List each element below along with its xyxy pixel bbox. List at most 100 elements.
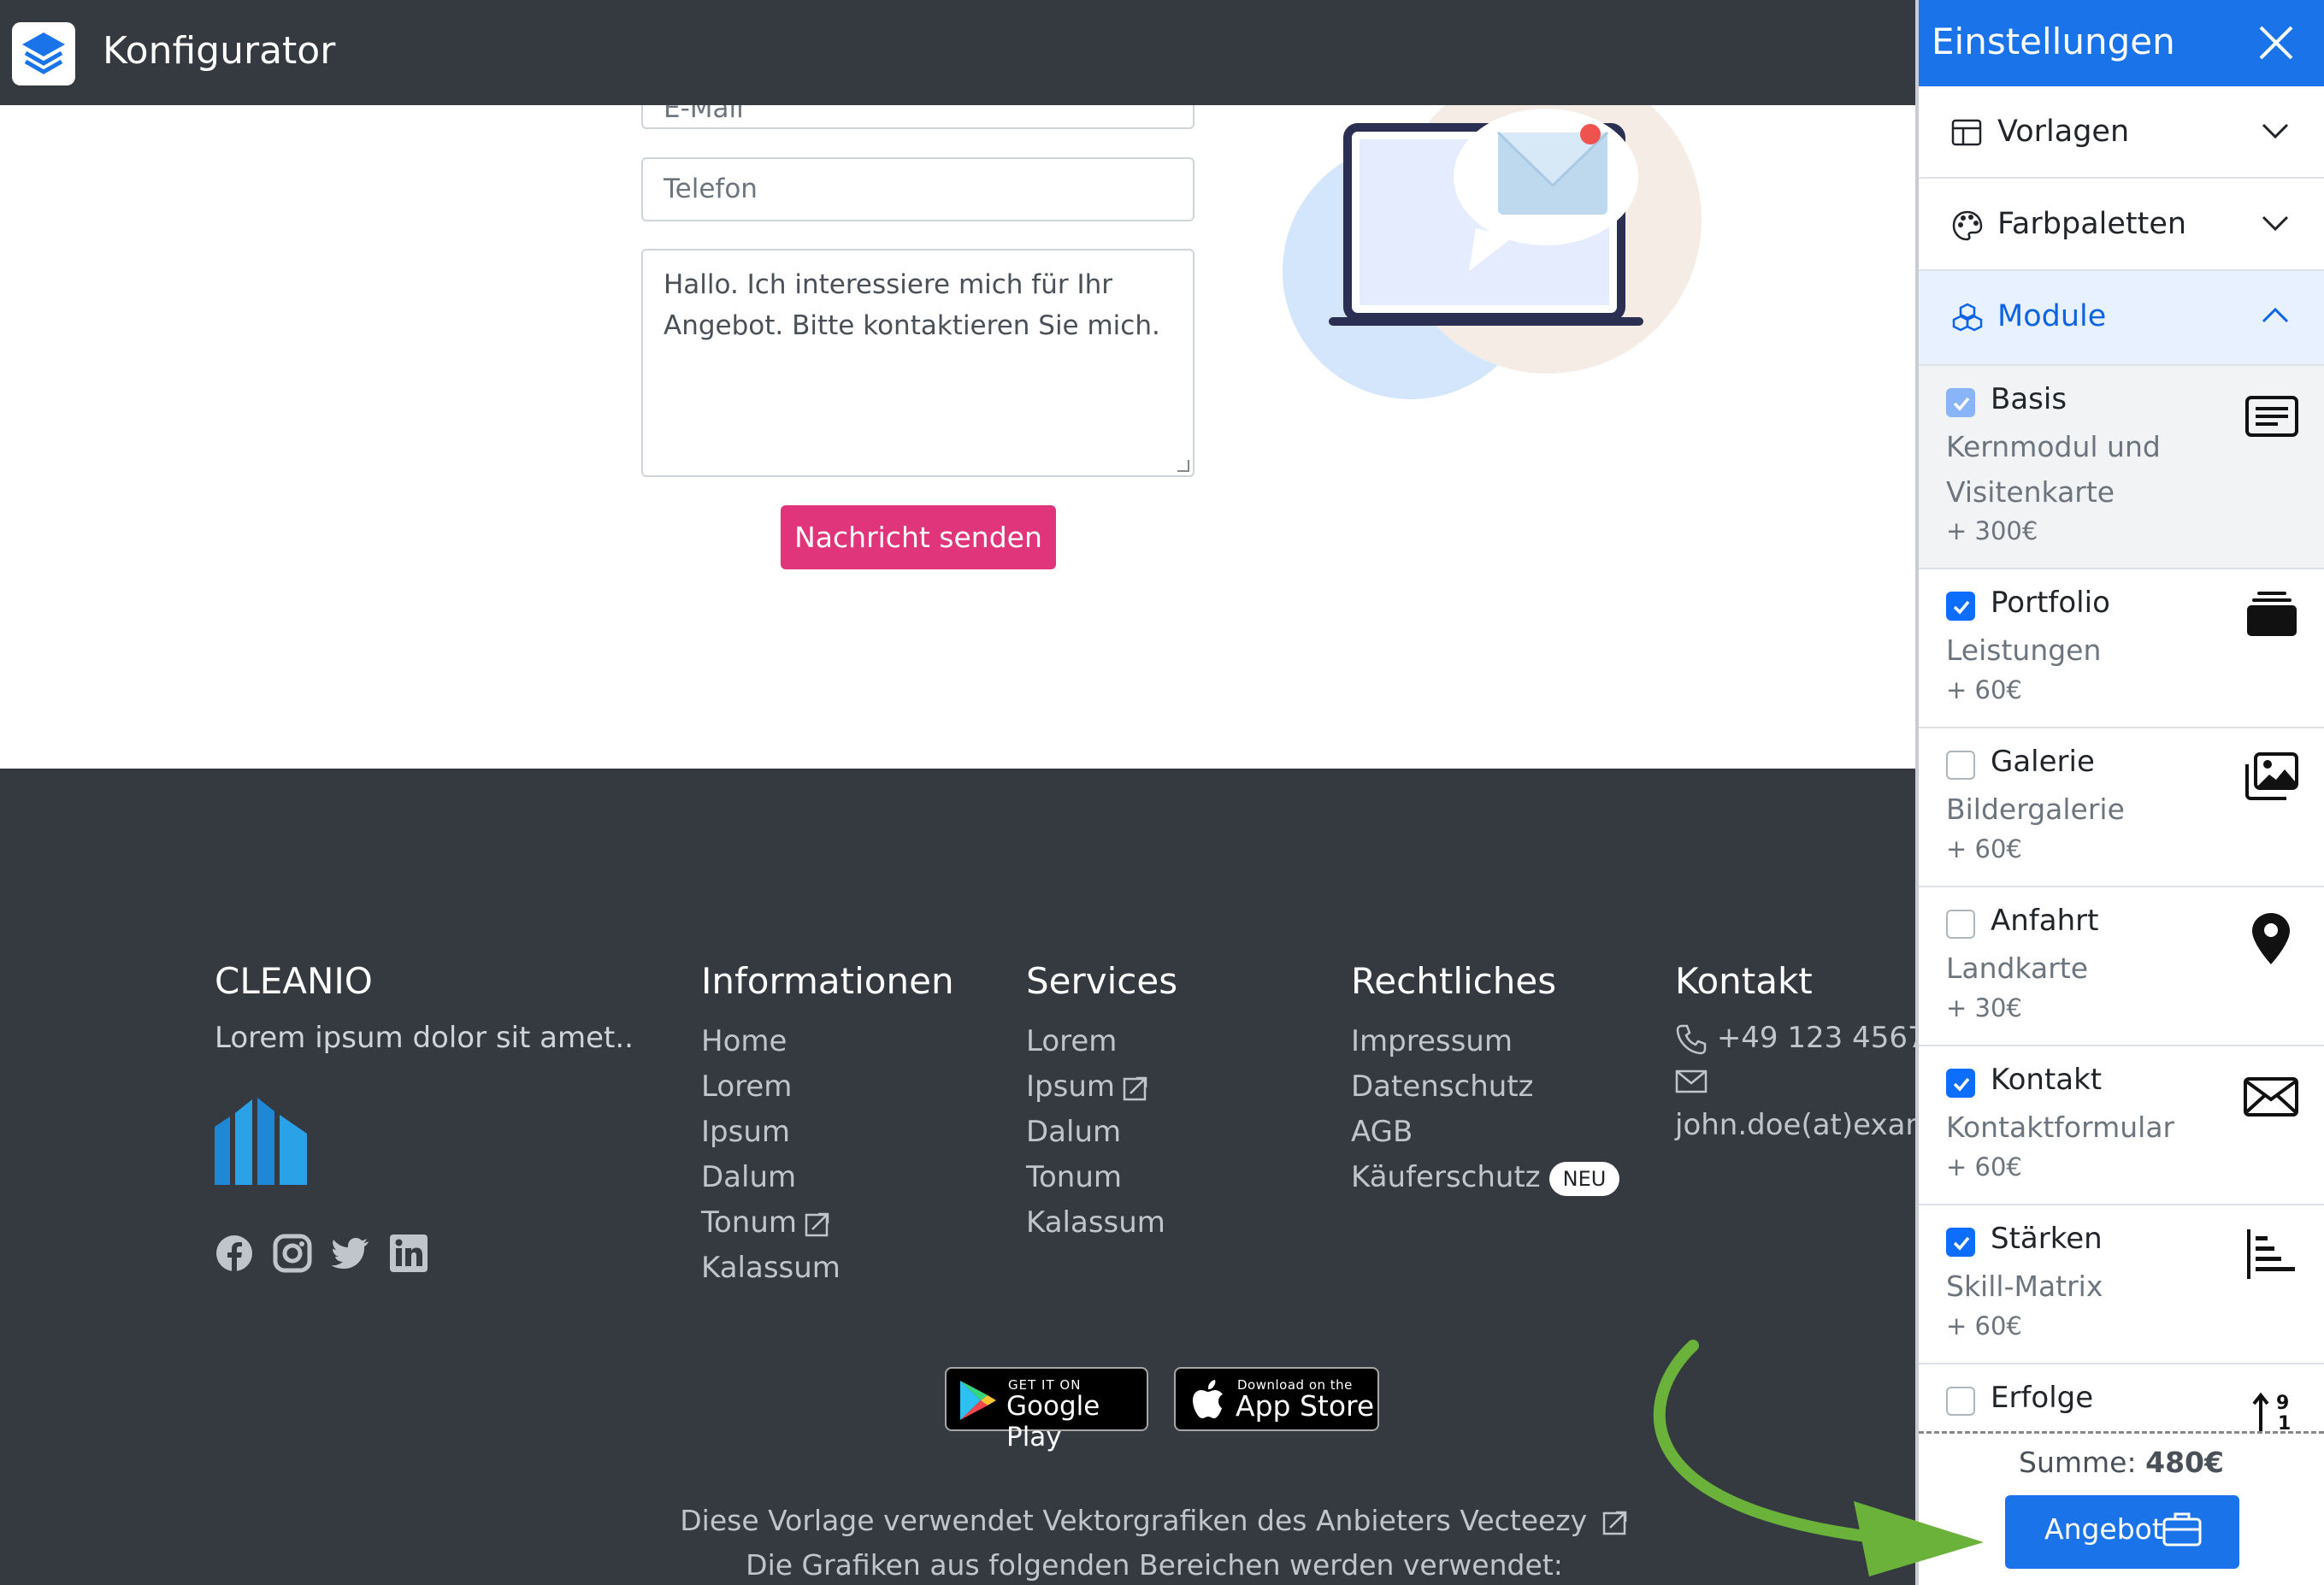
- close-icon[interactable]: [2254, 21, 2298, 65]
- sort-numeric-icon: 91: [2252, 1392, 2291, 1431]
- message-line: Angebot. Bitte kontaktieren Sie mich.: [664, 310, 1160, 341]
- module-portfolio[interactable]: Portfolio Leistungen + 60€: [1919, 569, 2324, 728]
- module-description: Landkarte: [1946, 952, 2089, 985]
- apple-icon: [1193, 1380, 1223, 1418]
- briefcase-icon: [2162, 1512, 2202, 1547]
- module-list: Basis Kernmodul und Visitenkarte + 300€ …: [1919, 366, 2324, 1431]
- chevron-up-icon: [2262, 307, 2289, 323]
- accordion-vorlagen[interactable]: Vorlagen: [1919, 86, 2324, 179]
- chevron-down-icon: [2262, 123, 2289, 139]
- module-galerie[interactable]: Galerie Bildergalerie + 60€: [1919, 728, 2324, 887]
- footer-informationen-title: Informationen: [701, 960, 954, 1002]
- twitter-icon[interactable]: [331, 1234, 370, 1273]
- footer-kontakt-title: Kontakt: [1675, 960, 1813, 1002]
- footer-link[interactable]: Datenschutz: [1351, 1064, 1619, 1110]
- footer-link-label: Ipsum: [1026, 1069, 1115, 1104]
- annotation-arrow-icon: [1653, 1340, 1984, 1576]
- module-checkbox[interactable]: [1946, 1069, 1975, 1098]
- accordion-farbpaletten[interactable]: Farbpaletten: [1919, 179, 2324, 271]
- footer-link[interactable]: Dalum: [1026, 1110, 1165, 1155]
- footer-link[interactable]: Impressum: [1351, 1019, 1619, 1064]
- module-description: Skill-Matrix: [1946, 1270, 2103, 1303]
- footer-link[interactable]: Tonum: [1026, 1155, 1165, 1200]
- module-price: + 300€: [1946, 516, 2038, 545]
- resize-handle[interactable]: [1177, 460, 1189, 472]
- app-store-badge[interactable]: Download on the App Store: [1174, 1367, 1379, 1431]
- accordion-label: Vorlagen: [1997, 115, 2130, 149]
- footer-services-list: Lorem Ipsum Dalum Tonum Kalassum: [1026, 1019, 1165, 1246]
- google-play-badge[interactable]: GET IT ON Google Play: [945, 1367, 1148, 1452]
- palette-icon: [1952, 210, 1983, 241]
- google-play-big-text: Google Play: [1006, 1391, 1100, 1452]
- footer-link[interactable]: Lorem: [1026, 1019, 1165, 1064]
- module-description: Kontaktformular: [1946, 1111, 2175, 1144]
- footer-link-external[interactable]: Tonum: [701, 1200, 841, 1246]
- message-line: Hallo. Ich interessiere mich für Ihr: [664, 269, 1113, 300]
- footer-services-title: Services: [1026, 960, 1178, 1002]
- footer-link[interactable]: AGB: [1351, 1110, 1619, 1155]
- module-price: + 60€: [1946, 675, 2022, 704]
- settings-title: Einstellungen: [1932, 21, 2175, 62]
- layout-icon: [1951, 119, 1982, 146]
- module-basis: Basis Kernmodul und Visitenkarte + 300€: [1919, 366, 2324, 569]
- module-kontakt[interactable]: Kontakt Kontaktformular + 60€: [1919, 1046, 2324, 1205]
- instagram-icon[interactable]: [273, 1234, 312, 1273]
- footer-link[interactable]: Home: [701, 1019, 841, 1064]
- external-link-icon: [805, 1212, 829, 1236]
- app-store-big-text: App Store: [1236, 1389, 1375, 1423]
- module-description: Leistungen: [1946, 633, 2102, 667]
- module-checkbox[interactable]: [1946, 592, 1975, 621]
- module-name: Basis: [1991, 382, 2067, 416]
- module-description: Kernmodul und Visitenkarte: [1946, 430, 2161, 509]
- layers-logo-icon[interactable]: [12, 22, 75, 85]
- sum-label: Summe:: [2019, 1446, 2137, 1479]
- app-title: Konfigurator: [103, 29, 336, 73]
- footer-link[interactable]: Kalassum: [1026, 1200, 1165, 1246]
- footer-link-label: Käuferschutz: [1351, 1160, 1541, 1194]
- contact-section: E-Mail Telefon Hallo. Ich interessiere m…: [0, 105, 1915, 769]
- footer-email[interactable]: john.doe(at)exam: [1675, 1108, 1934, 1142]
- footer-link[interactable]: Ipsum: [701, 1110, 841, 1155]
- footer-link-with-badge[interactable]: Käuferschutz NEU: [1351, 1155, 1620, 1200]
- cleanio-logo-icon: [215, 1098, 307, 1185]
- envelope-icon: [2244, 1077, 2298, 1117]
- footer-link[interactable]: Kalassum: [701, 1246, 841, 1291]
- google-play-icon: [960, 1381, 996, 1420]
- module-name: Portfolio: [1991, 586, 2110, 620]
- angebot-button[interactable]: Angebot: [2005, 1495, 2239, 1569]
- new-badge: NEU: [1548, 1161, 1620, 1196]
- email-placeholder: E-Mail: [664, 105, 744, 124]
- module-price: + 30€: [1946, 993, 2022, 1022]
- vecteezy-credit[interactable]: Diese Vorlage verwendet Vektorgrafiken d…: [680, 1504, 1587, 1537]
- send-message-button[interactable]: Nachricht senden: [781, 505, 1056, 569]
- module-name: Stärken: [1991, 1222, 2103, 1256]
- module-name: Anfahrt: [1991, 904, 2099, 938]
- message-textarea[interactable]: Hallo. Ich interessiere mich für Ihr Ang…: [641, 249, 1194, 477]
- footer-informationen-list: Home Lorem Ipsum Dalum Tonum Kalassum: [701, 1019, 841, 1291]
- sum-value: 480€: [2145, 1446, 2224, 1479]
- module-name: Galerie: [1991, 745, 2095, 779]
- phone-field[interactable]: Telefon: [641, 157, 1194, 221]
- module-checkbox[interactable]: [1946, 751, 1975, 780]
- module-anfahrt[interactable]: Anfahrt Landkarte + 30€: [1919, 887, 2324, 1046]
- facebook-icon[interactable]: [215, 1234, 254, 1273]
- card-text-icon: [2245, 396, 2298, 437]
- footer-link-external[interactable]: Ipsum: [1026, 1064, 1165, 1110]
- footer-link[interactable]: Dalum: [701, 1155, 841, 1200]
- footer-phone[interactable]: +49 123 4567 8: [1675, 1021, 1954, 1056]
- map-pin-icon: [2252, 913, 2290, 964]
- module-checkbox[interactable]: [1946, 910, 1975, 939]
- footer-link-label: Tonum: [701, 1205, 798, 1240]
- bar-chart-icon: [2247, 1229, 2295, 1279]
- footer-brand-title: CLEANIO: [215, 960, 373, 1002]
- footer-rechtliches-list: Impressum Datenschutz AGB Käuferschutz NE…: [1351, 1019, 1620, 1200]
- linkedin-icon[interactable]: [389, 1234, 428, 1273]
- boxes-icon: [1952, 303, 1983, 332]
- email-field[interactable]: E-Mail: [641, 105, 1194, 129]
- module-name: Kontakt: [1991, 1063, 2103, 1097]
- footer-link[interactable]: Lorem: [701, 1064, 841, 1110]
- phone-icon: [1676, 1024, 1707, 1054]
- accordion-module[interactable]: Module: [1919, 271, 2324, 366]
- svg-text:9: 9: [2276, 1393, 2289, 1414]
- module-checkbox[interactable]: [1946, 1228, 1975, 1257]
